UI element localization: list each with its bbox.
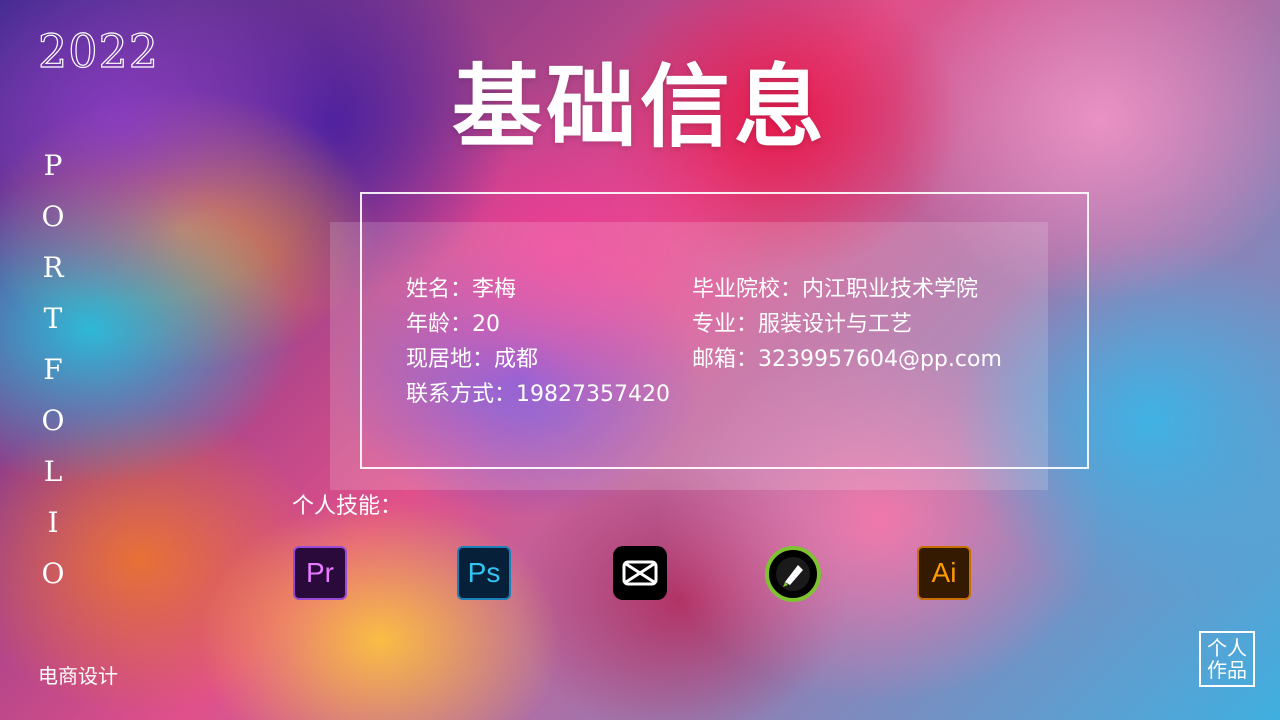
- coreldraw-icon: [765, 546, 821, 602]
- portfolio-letter: O: [41, 557, 65, 590]
- premiere-icon: Pr: [293, 546, 347, 600]
- badge-line: 作品: [1207, 658, 1247, 682]
- portfolio-letter: L: [43, 455, 63, 488]
- capcut-icon: [613, 546, 667, 600]
- info-school: 毕业院校：内江职业技术学院: [692, 277, 979, 302]
- badge-line: 个人: [1207, 636, 1247, 660]
- portfolio-letter: O: [41, 404, 65, 437]
- portfolio-letter: O: [41, 200, 65, 233]
- portfolio-letter: F: [43, 353, 63, 386]
- portfolio-letter: T: [43, 302, 63, 335]
- premiere-icon-label: Pr: [306, 557, 334, 588]
- info-left-column: 姓名：李梅 年龄：20 现居地：成都 联系方式：19827357420: [406, 272, 670, 412]
- info-email: 邮箱：3239957604@pp.com: [692, 347, 1002, 372]
- illustrator-icon: Ai: [917, 546, 971, 600]
- info-major: 专业：服装设计与工艺: [692, 312, 913, 337]
- info-location: 现居地：成都: [406, 347, 539, 372]
- illustrator-icon-label: Ai: [931, 557, 957, 588]
- capcut-glyph: [622, 560, 658, 586]
- category-label: 电商设计: [38, 664, 118, 688]
- coreldraw-glyph: [776, 557, 810, 591]
- portfolio-letter: R: [42, 251, 64, 284]
- page-title: 基础信息: [452, 55, 828, 160]
- info-phone: 联系方式：19827357420: [406, 382, 670, 407]
- info-right-column: 毕业院校：内江职业技术学院 专业：服装设计与工艺 邮箱：3239957604@p…: [692, 272, 1002, 377]
- portfolio-vertical-text: P O R T F O L I O: [38, 140, 68, 599]
- personal-works-badge: 个人 作品: [1199, 631, 1255, 687]
- year-label: 2022: [37, 23, 160, 78]
- info-age: 年龄：20: [406, 312, 500, 337]
- photoshop-icon: Ps: [457, 546, 511, 600]
- portfolio-letter: I: [47, 506, 59, 539]
- photoshop-icon-label: Ps: [467, 557, 501, 588]
- skills-label: 个人技能：: [292, 494, 403, 519]
- info-name: 姓名：李梅: [406, 277, 517, 302]
- portfolio-letter: P: [43, 149, 63, 182]
